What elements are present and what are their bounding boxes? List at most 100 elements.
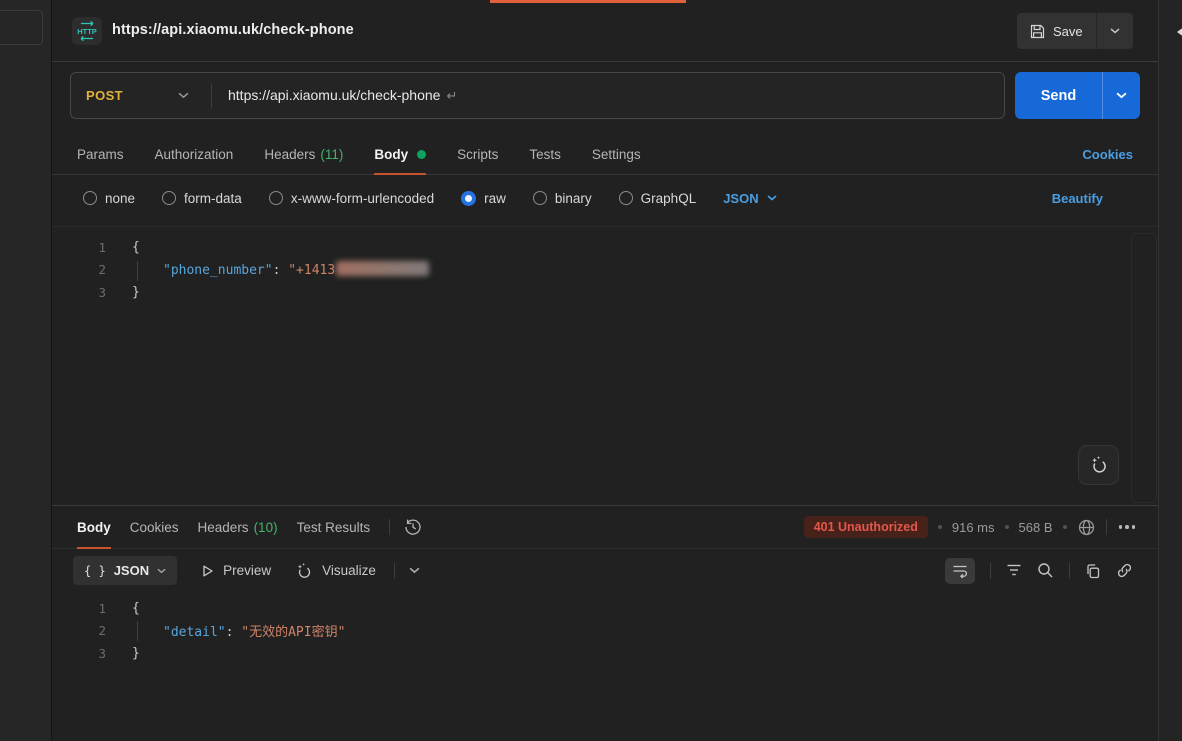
tab-label: Cookies	[130, 520, 179, 535]
network-globe-icon[interactable]	[1077, 518, 1096, 537]
svg-text:HTTP: HTTP	[77, 27, 97, 36]
url-input[interactable]: https://api.xiaomu.uk/check-phone↵	[228, 87, 457, 104]
search-icon[interactable]	[1037, 562, 1054, 579]
more-options-icon[interactable]	[1119, 525, 1136, 529]
brace-token: {	[132, 240, 140, 255]
content-type-selector[interactable]: JSON	[723, 191, 776, 206]
code-text: }	[106, 646, 140, 661]
tab-label: Tests	[529, 147, 561, 162]
code-text: {	[106, 240, 140, 255]
play-icon	[201, 564, 214, 578]
collapse-panel-icon[interactable]	[1177, 27, 1182, 37]
line-number: 1	[52, 240, 106, 255]
line-number: 3	[52, 285, 106, 300]
mode-raw[interactable]: raw	[461, 191, 506, 206]
tab-params[interactable]: Params	[77, 135, 124, 174]
more-views-button[interactable]	[409, 567, 420, 574]
visualize-label: Visualize	[322, 563, 376, 578]
response-tab-test-results[interactable]: Test Results	[297, 506, 371, 548]
copy-icon[interactable]	[1085, 563, 1101, 579]
link-icon[interactable]	[1116, 562, 1133, 579]
mode-none[interactable]: none	[83, 191, 135, 206]
response-status-bar: 401 Unauthorized 916 ms 568 B	[804, 506, 1135, 548]
active-tab-indicator	[490, 0, 686, 3]
line-number: 1	[52, 601, 106, 616]
postbot-button[interactable]	[1078, 445, 1119, 485]
tab-label: Headers	[264, 147, 315, 162]
response-tab-headers[interactable]: Headers (10)	[198, 506, 278, 548]
visualize-button[interactable]: Visualize	[295, 562, 376, 580]
mode-binary[interactable]: binary	[533, 191, 592, 206]
beautify-link[interactable]: Beautify	[1052, 180, 1103, 216]
tab-scripts[interactable]: Scripts	[457, 135, 498, 174]
tab-label: Settings	[592, 147, 641, 162]
tab-label: Body	[77, 520, 111, 535]
preview-label: Preview	[223, 563, 271, 578]
code-line: 2 "detail": "无效的API密钥"	[52, 620, 1158, 643]
editor-scrollbar[interactable]	[1131, 233, 1157, 503]
content-type-label: JSON	[723, 191, 758, 206]
code-text: {	[106, 601, 140, 616]
json-value-token: "+1413	[288, 263, 335, 278]
mode-x-www-form-urlencoded[interactable]: x-www-form-urlencoded	[269, 191, 434, 206]
save-button-label: Save	[1053, 24, 1083, 39]
tab-body[interactable]: Body	[374, 135, 426, 174]
body-modified-dot	[417, 150, 426, 159]
radio-icon	[269, 191, 283, 205]
http-request-icon: HTTP	[72, 17, 102, 45]
response-time[interactable]: 916 ms	[952, 520, 995, 535]
response-body-viewer[interactable]: 1 { 2 "detail": "无效的API密钥" 3 }	[52, 592, 1158, 741]
wrap-text-button[interactable]	[945, 558, 975, 584]
response-tab-cookies[interactable]: Cookies	[130, 506, 179, 548]
indent-guide	[137, 621, 138, 641]
response-tools	[945, 549, 1133, 592]
redacted-value-blur	[336, 261, 429, 276]
tab-headers[interactable]: Headers (11)	[264, 135, 343, 174]
filter-icon[interactable]	[1006, 564, 1022, 577]
tab-label: Test Results	[297, 520, 371, 535]
headers-count-badge: (11)	[320, 147, 343, 162]
save-split-button: Save	[1017, 13, 1133, 49]
save-button[interactable]: Save	[1017, 13, 1096, 49]
mode-form-data[interactable]: form-data	[162, 191, 242, 206]
response-size[interactable]: 568 B	[1019, 520, 1053, 535]
radio-icon	[162, 191, 176, 205]
save-icon	[1030, 24, 1045, 39]
sidebar-collapsed-item[interactable]	[0, 10, 43, 45]
method-label: POST	[86, 88, 123, 103]
line-number: 2	[52, 623, 106, 638]
mode-label: raw	[484, 191, 506, 206]
line-number: 3	[52, 646, 106, 661]
cookies-link[interactable]: Cookies	[1082, 135, 1133, 174]
save-options-button[interactable]	[1096, 13, 1133, 49]
code-text: }	[106, 285, 140, 300]
mode-graphql[interactable]: GraphQL	[619, 191, 697, 206]
tab-authorization[interactable]: Authorization	[155, 135, 234, 174]
tab-settings[interactable]: Settings	[592, 135, 641, 174]
status-badge[interactable]: 401 Unauthorized	[804, 516, 928, 538]
visualize-sparkle-icon	[295, 562, 313, 580]
headers-count-badge: (10)	[254, 520, 278, 535]
request-body-editor[interactable]: 1 { 2 "phone_number": "+1413 3 }	[52, 226, 1158, 505]
response-header: Body Cookies Headers (10) Test Results 4…	[52, 505, 1158, 549]
send-button[interactable]: Send	[1015, 72, 1102, 119]
mode-label: none	[105, 191, 135, 206]
topbar: HTTP https://api.xiaomu.uk/check-phone S…	[52, 0, 1158, 62]
method-selector[interactable]: POST	[71, 88, 211, 103]
format-label: JSON	[114, 563, 149, 578]
json-value-token: "无效的API密钥"	[241, 625, 345, 640]
postbot-sparkle-icon	[1089, 455, 1109, 475]
response-history-button[interactable]	[403, 517, 423, 537]
response-toolbar: { } JSON Preview Visualize	[52, 549, 1158, 592]
tab-tests[interactable]: Tests	[529, 135, 561, 174]
colon-token: :	[273, 263, 289, 278]
brace-token: }	[132, 285, 140, 300]
send-options-button[interactable]	[1102, 72, 1140, 119]
response-tab-body[interactable]: Body	[77, 506, 111, 548]
chevron-down-icon	[1110, 28, 1120, 34]
left-sidebar	[0, 0, 52, 741]
dot-separator-icon	[938, 525, 942, 529]
response-format-dropdown[interactable]: { } JSON	[73, 556, 177, 585]
chevron-down-icon	[157, 568, 166, 574]
preview-button[interactable]: Preview	[201, 563, 271, 578]
